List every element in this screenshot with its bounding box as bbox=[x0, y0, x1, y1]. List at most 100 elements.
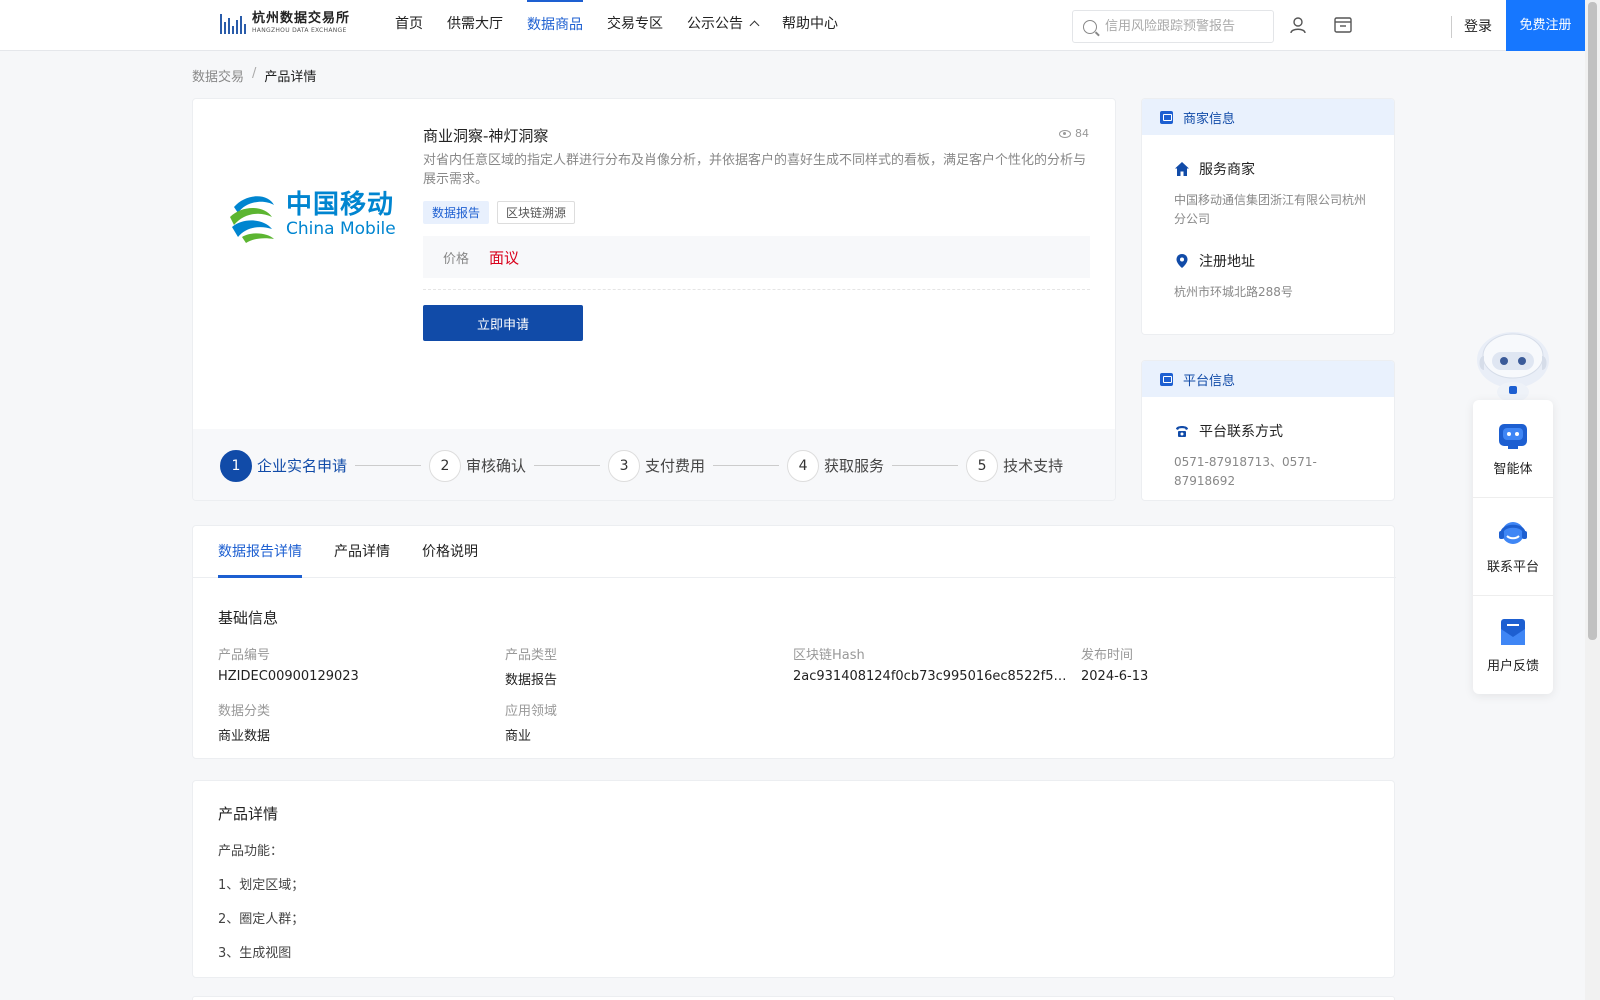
nav-announcements-label: 公示公告 bbox=[687, 16, 743, 32]
search-box[interactable] bbox=[1072, 10, 1274, 43]
brand-name-en: China Mobile bbox=[286, 218, 396, 239]
basic-info-grid: 产品编号 HZIDEC00900129023 产品类型 数据报告 区块链Hash… bbox=[218, 644, 1368, 744]
product-detail-card: 产品详情 产品功能： 1、划定区域； 2、圈定人群； 3、生成视图 bbox=[192, 780, 1395, 978]
info-value: HZIDEC00900129023 bbox=[218, 669, 359, 684]
float-user-feedback[interactable]: 用户反馈 bbox=[1473, 596, 1553, 694]
agent-icon bbox=[1499, 424, 1527, 449]
step-connector bbox=[713, 465, 780, 466]
step-label: 获取服务 bbox=[824, 457, 885, 475]
scrollbar-thumb[interactable] bbox=[1588, 2, 1597, 640]
breadcrumb: 数据交易 / 产品详情 bbox=[192, 66, 316, 85]
step-number: 2 bbox=[429, 449, 462, 482]
product-description: 对省内任意区域的指定人群进行分布及肖像分析，并依据客户的喜好生成不同样式的看板，… bbox=[423, 153, 1087, 187]
breadcrumb-separator: / bbox=[252, 66, 257, 81]
robot-assistant-icon[interactable] bbox=[1474, 326, 1552, 404]
info-label: 应用领域 bbox=[505, 704, 558, 719]
china-mobile-logo-icon bbox=[230, 196, 274, 243]
step-number: 1 bbox=[220, 449, 252, 482]
price-divider bbox=[423, 289, 1090, 290]
view-count-value: 84 bbox=[1075, 127, 1089, 140]
header-divider bbox=[1451, 16, 1452, 38]
login-link[interactable]: 登录 bbox=[1464, 16, 1492, 36]
merchant-icon bbox=[1160, 110, 1173, 124]
service-merchant-label: 服务商家 bbox=[1199, 162, 1255, 178]
registered-address-label: 注册地址 bbox=[1199, 254, 1255, 270]
step-label: 支付费用 bbox=[645, 457, 706, 475]
shop-icon[interactable] bbox=[1334, 17, 1352, 33]
site-logo[interactable]: 杭州数据交易所 HANGZHOU DATA EXCHANGE bbox=[220, 12, 350, 34]
logo-icon bbox=[220, 12, 246, 34]
info-field-application-domain: 应用领域 商业 bbox=[505, 700, 793, 744]
platform-contact-value: 0571-87918713、0571-87918692 bbox=[1174, 455, 1317, 488]
nav-announcements[interactable]: 公示公告 bbox=[687, 0, 760, 50]
float-contact-platform[interactable]: 联系平台 bbox=[1473, 498, 1553, 596]
nav-supply-demand[interactable]: 供需大厅 bbox=[447, 0, 503, 50]
info-value: 2ac931408124f0cb73c995016ec8522f50b... bbox=[793, 669, 1081, 684]
headset-icon bbox=[1499, 522, 1527, 544]
detail-line: 2、圈定人群； bbox=[218, 912, 305, 927]
platform-contact-label: 平台联系方式 bbox=[1199, 424, 1283, 440]
merchant-panel-title: 商家信息 bbox=[1183, 111, 1236, 127]
user-icon[interactable] bbox=[1289, 16, 1307, 34]
step-label: 审核确认 bbox=[466, 457, 527, 475]
merchant-panel-header: 商家信息 bbox=[1142, 99, 1394, 135]
tab-price-description[interactable]: 价格说明 bbox=[422, 526, 478, 577]
price-value: 面议 bbox=[489, 248, 520, 267]
step-1: 1 企业实名申请 bbox=[220, 449, 347, 482]
tag-data-report: 数据报告 bbox=[423, 201, 490, 224]
page-scrollbar[interactable] bbox=[1585, 0, 1600, 1000]
logo-subtitle: HANGZHOU DATA EXCHANGE bbox=[252, 27, 347, 34]
tag-blockchain-traceability: 区块链溯源 bbox=[497, 201, 576, 224]
step-number: 3 bbox=[608, 449, 641, 482]
info-field-blockchain-hash: 区块链Hash 2ac931408124f0cb73c995016ec8522f… bbox=[793, 644, 1081, 688]
float-agent[interactable]: 智能体 bbox=[1473, 400, 1553, 498]
nav-trading-zone[interactable]: 交易专区 bbox=[607, 0, 663, 50]
price-label: 价格 bbox=[443, 251, 470, 267]
float-agent-label: 智能体 bbox=[1493, 462, 1533, 477]
details-card: 数据报告详情 产品详情 价格说明 基础信息 产品编号 HZIDEC0090012… bbox=[192, 525, 1396, 759]
search-input[interactable] bbox=[1105, 19, 1265, 34]
step-connector bbox=[534, 465, 601, 466]
apply-now-button[interactable]: 立即申请 bbox=[423, 305, 583, 341]
search-icon bbox=[1083, 19, 1097, 34]
feedback-icon bbox=[1501, 618, 1525, 645]
product-card: 中国移动 China Mobile 商业洞察-神灯洞察 84 对省内任意区域的指… bbox=[192, 98, 1116, 501]
nav-help-center[interactable]: 帮助中心 bbox=[782, 0, 838, 50]
info-field-data-category: 数据分类 商业数据 bbox=[218, 700, 505, 744]
float-user-feedback-label: 用户反馈 bbox=[1486, 658, 1539, 674]
price-box: 价格 面议 bbox=[423, 236, 1090, 278]
next-card-edge bbox=[192, 996, 1395, 1000]
step-5: 5 技术支持 bbox=[966, 449, 1064, 482]
tab-report-details[interactable]: 数据报告详情 bbox=[218, 526, 302, 578]
home-icon bbox=[1175, 162, 1189, 176]
step-4: 4 获取服务 bbox=[787, 449, 885, 482]
registered-address-value: 杭州市环城北路288号 bbox=[1174, 285, 1293, 299]
service-merchant-value: 中国移动通信集团浙江有限公司杭州分公司 bbox=[1174, 193, 1367, 226]
info-field-publish-date: 发布时间 2024-6-13 bbox=[1081, 644, 1368, 688]
tab-product-details[interactable]: 产品详情 bbox=[334, 526, 390, 577]
chevron-up-icon bbox=[749, 20, 760, 31]
step-label: 技术支持 bbox=[1003, 457, 1064, 475]
breadcrumb-data-trading[interactable]: 数据交易 bbox=[192, 66, 244, 85]
info-label: 产品编号 bbox=[218, 648, 271, 663]
main-nav: 首页 供需大厅 数据商品 交易专区 公示公告 帮助中心 bbox=[395, 0, 862, 50]
info-value: 数据报告 bbox=[505, 673, 558, 688]
info-value: 2024-6-13 bbox=[1081, 669, 1149, 684]
nav-home[interactable]: 首页 bbox=[395, 0, 423, 50]
platform-panel-title: 平台信息 bbox=[1183, 373, 1236, 389]
info-field-product-id: 产品编号 HZIDEC00900129023 bbox=[218, 644, 505, 688]
step-3: 3 支付费用 bbox=[608, 449, 706, 482]
register-button[interactable]: 免费注册 bbox=[1506, 0, 1585, 51]
platform-panel-header: 平台信息 bbox=[1142, 361, 1394, 397]
merchant-info-panel: 商家信息 服务商家 中国移动通信集团浙江有限公司杭州分公司 注册地址 杭州市环城… bbox=[1141, 98, 1395, 335]
brand-logo: 中国移动 China Mobile bbox=[228, 187, 396, 243]
nav-data-products[interactable]: 数据商品 bbox=[527, 0, 583, 50]
detail-line: 3、生成视图 bbox=[218, 946, 292, 961]
detail-line: 1、划定区域； bbox=[218, 878, 305, 893]
process-steps: 1 企业实名申请 2 审核确认 3 支付费用 4 获取服务 5 技术支持 bbox=[193, 429, 1115, 500]
product-tags: 数据报告 区块链溯源 bbox=[423, 201, 576, 224]
info-label: 发布时间 bbox=[1081, 648, 1134, 663]
basic-info-heading: 基础信息 bbox=[218, 609, 279, 627]
product-detail-heading: 产品详情 bbox=[218, 805, 279, 823]
step-number: 5 bbox=[966, 449, 999, 482]
